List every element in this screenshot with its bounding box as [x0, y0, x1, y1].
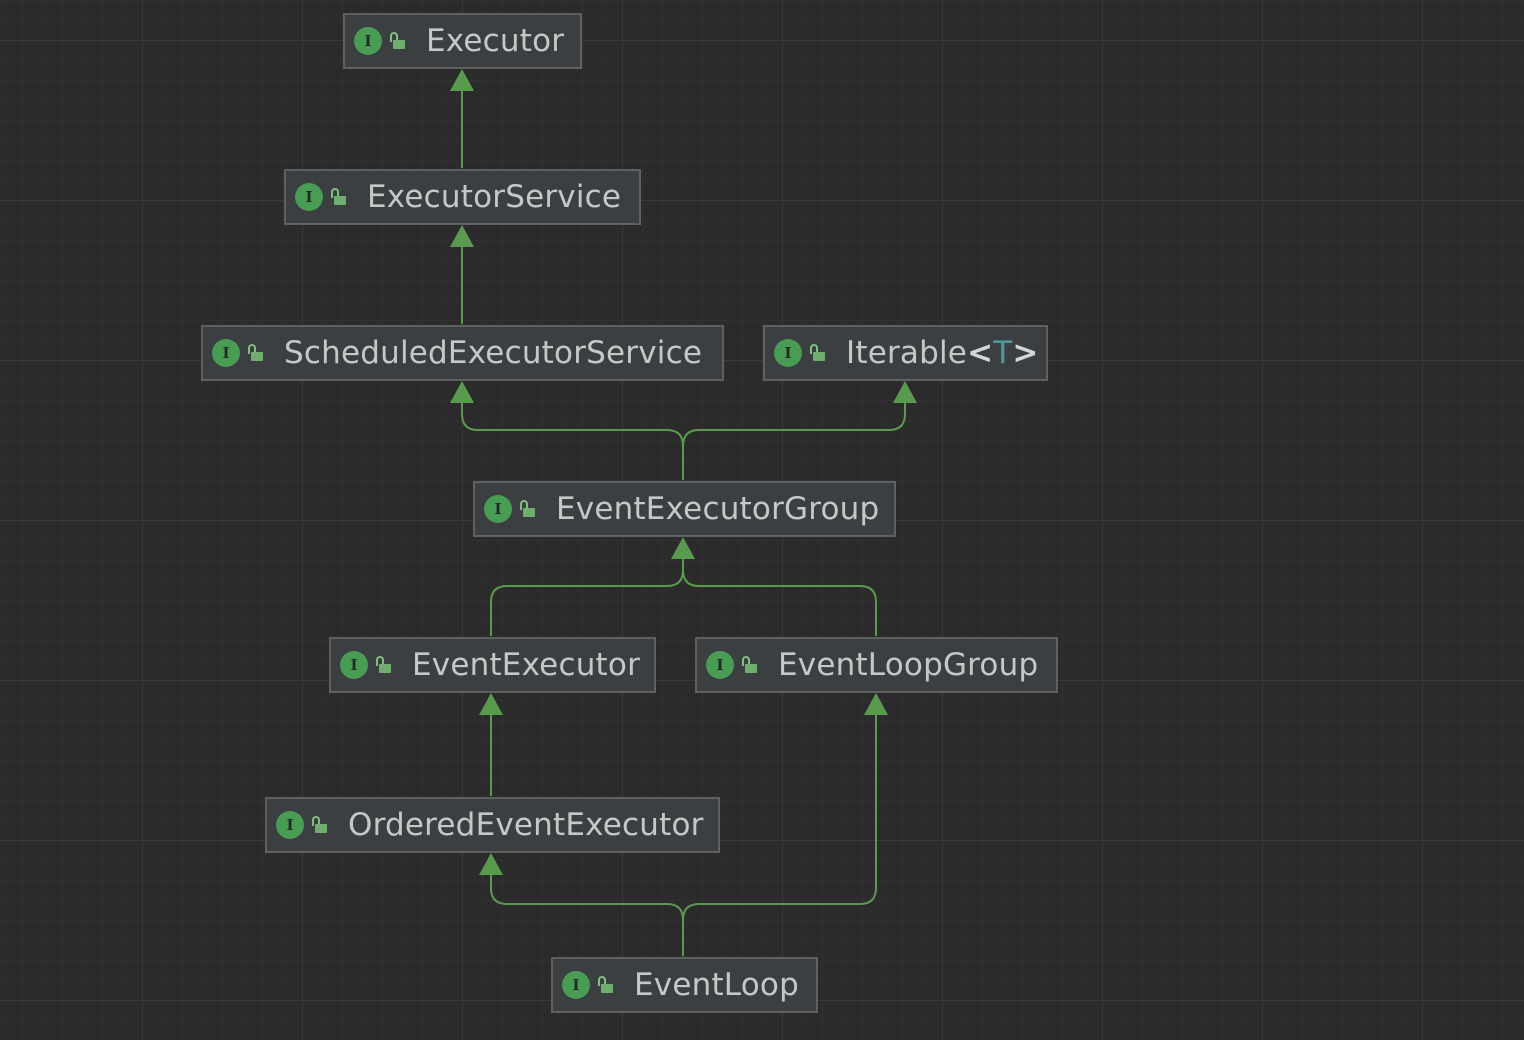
node-executor-service[interactable]: I ExecutorService	[284, 169, 641, 225]
node-executor[interactable]: I Executor	[343, 13, 582, 69]
interface-i-icon: I	[774, 339, 802, 367]
node-label: ScheduledExecutorService	[284, 335, 703, 371]
type-parameter: T	[993, 335, 1013, 371]
node-label: EventLoopGroup	[778, 647, 1039, 683]
interface-i-icon: I	[562, 971, 590, 999]
arrowhead-eventloopgroup	[864, 693, 888, 715]
arrowhead-executor	[450, 69, 474, 91]
arrowhead-scheduledexecutorservice	[450, 381, 474, 403]
unlocked-padlock-icon	[810, 343, 826, 363]
unlocked-padlock-icon	[598, 975, 614, 995]
interface-i-icon: I	[340, 651, 368, 679]
node-event-executor-group[interactable]: I EventExecutorGroup	[473, 481, 896, 537]
interface-i-icon: I	[354, 27, 382, 55]
interface-i-icon: I	[212, 339, 240, 367]
node-label: EventExecutor	[412, 647, 641, 683]
node-label: Executor	[426, 23, 565, 59]
interface-i-icon: I	[484, 495, 512, 523]
unlocked-padlock-icon	[390, 31, 406, 51]
edge-eventexecutorgroup-to-scheduledexecutorservice	[461, 402, 684, 480]
edge-eventexecutorgroup-to-iterable	[682, 402, 906, 447]
node-label: OrderedEventExecutor	[348, 807, 704, 843]
node-label: Iterable<T>	[846, 335, 1039, 371]
arrowhead-orderedeventexecutor	[479, 853, 503, 875]
arrowhead-eventexecutorgroup	[671, 537, 695, 559]
edge-eventexecutor-to-eventexecutorgroup	[490, 558, 684, 636]
node-label: EventExecutorGroup	[556, 491, 880, 527]
arrowhead-iterable	[893, 381, 917, 403]
unlocked-padlock-icon	[742, 655, 758, 675]
unlocked-padlock-icon	[520, 499, 536, 519]
unlocked-padlock-icon	[312, 815, 328, 835]
interface-i-icon: I	[276, 811, 304, 839]
edge-eventloop-to-orderedeventexecutor	[490, 874, 684, 956]
arrowhead-executorservice	[450, 225, 474, 247]
node-event-executor[interactable]: I EventExecutor	[329, 637, 656, 693]
node-label: ExecutorService	[367, 179, 622, 215]
arrowhead-eventexecutor	[479, 693, 503, 715]
unlocked-padlock-icon	[331, 187, 347, 207]
node-ordered-event-executor[interactable]: I OrderedEventExecutor	[265, 797, 720, 853]
generic-close-bracket: >	[1012, 335, 1039, 371]
node-scheduled-executor-service[interactable]: I ScheduledExecutorService	[201, 325, 724, 381]
diagram-canvas: I Executor I ExecutorService I Scheduled…	[0, 0, 1524, 1040]
generic-open-bracket: <	[967, 335, 994, 371]
interface-i-icon: I	[706, 651, 734, 679]
node-label: EventLoop	[634, 967, 799, 1003]
interface-i-icon: I	[295, 183, 323, 211]
class-name: Iterable	[846, 335, 968, 371]
unlocked-padlock-icon	[376, 655, 392, 675]
node-event-loop[interactable]: I EventLoop	[551, 957, 818, 1013]
node-event-loop-group[interactable]: I EventLoopGroup	[695, 637, 1058, 693]
node-iterable[interactable]: I Iterable<T>	[763, 325, 1048, 381]
unlocked-padlock-icon	[248, 343, 264, 363]
edge-eventloopgroup-to-eventexecutorgroup	[682, 569, 877, 636]
